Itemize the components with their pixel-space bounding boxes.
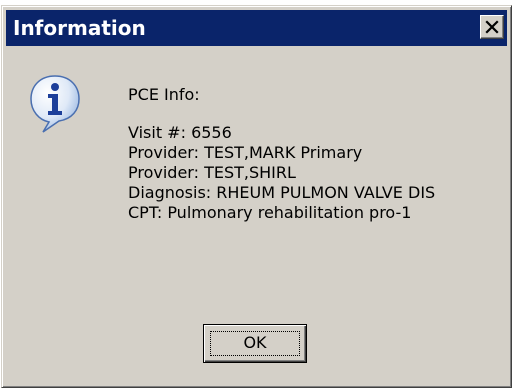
cpt-line: CPT: Pulmonary rehabilitation pro-1 [128, 203, 412, 222]
window-title: Information [13, 16, 146, 40]
message-text: PCE Info: Visit #: 6556 Provider: TEST,M… [128, 85, 435, 223]
info-icon [30, 75, 80, 133]
message-heading: PCE Info: [128, 85, 200, 104]
diagnosis-line: Diagnosis: RHEUM PULMON VALVE DIS [128, 183, 436, 202]
close-icon [485, 20, 499, 34]
close-button[interactable] [480, 15, 504, 39]
ok-button-label: OK [243, 333, 267, 352]
provider-primary-line: Provider: TEST,MARK Primary [128, 143, 363, 162]
information-dialog: Information PCE Info: Visit #: 6556 Prov… [1, 5, 512, 388]
title-bar[interactable]: Information [6, 10, 507, 46]
provider-secondary-line: Provider: TEST,SHIRL [128, 163, 296, 182]
visit-number-line: Visit #: 6556 [128, 123, 232, 142]
ok-button[interactable]: OK [203, 324, 307, 363]
